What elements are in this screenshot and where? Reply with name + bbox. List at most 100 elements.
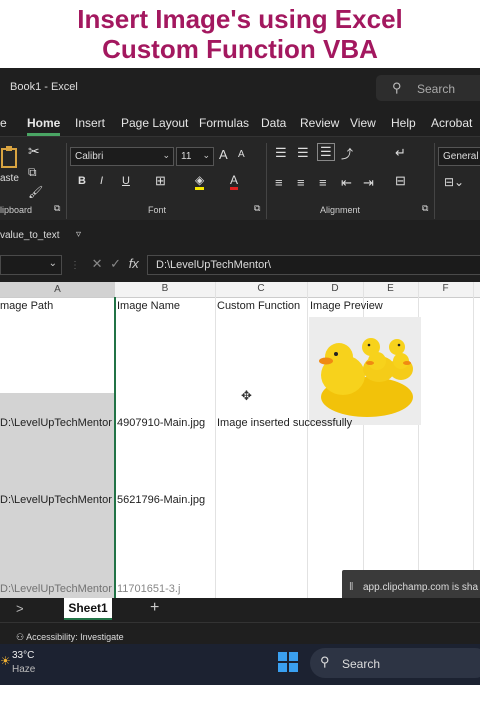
bottom-margin (0, 685, 480, 720)
divider (66, 143, 67, 219)
add-sheet-button[interactable]: + (150, 599, 159, 617)
increase-font-button[interactable]: A (219, 147, 228, 162)
alignment-launcher-icon[interactable]: ⧉ (422, 203, 428, 214)
row-image-path[interactable]: D:\LevelUpTechMentor (0, 494, 112, 506)
tab-acrobat[interactable]: Acrobat (431, 116, 472, 130)
copy-icon[interactable]: ⧉ (28, 165, 37, 180)
tab-formulas[interactable]: Formulas (199, 116, 249, 130)
insert-function-button[interactable]: fx (129, 256, 139, 271)
duck-image-preview[interactable] (309, 317, 421, 425)
font-color-icon[interactable]: A (230, 173, 239, 190)
paste-button[interactable] (0, 145, 20, 172)
align-left-icon[interactable]: ≡ (275, 175, 283, 190)
sheet-tab-bar: > Sheet1 + (0, 598, 480, 622)
ribbon-tabs: e Home Insert Page Layout Formulas Data … (0, 108, 480, 136)
align-top-icon[interactable]: ☰ (275, 145, 287, 161)
chevron-down-icon[interactable]: ▿ (76, 229, 81, 240)
column-header-d[interactable]: D (307, 283, 363, 294)
sun-icon: ☀ (0, 654, 11, 668)
sheet-nav-next-icon[interactable]: > (16, 601, 24, 616)
orientation-icon[interactable]: ⤴ (341, 145, 353, 162)
banner-title-line1: Insert Image's using Excel (77, 4, 403, 34)
tab-view[interactable]: View (350, 116, 376, 130)
formula-input[interactable]: D:\LevelUpTechMentor\ (147, 255, 480, 275)
pause-icon: ‖ (349, 581, 354, 593)
ribbon-home: aste ✂ ⧉ 🖌 lipboard ⧉ Calibri ⌄ 11 ⌄ A A… (0, 136, 480, 221)
tab-insert[interactable]: Insert (75, 116, 105, 130)
more-icon: ⋮ (70, 260, 80, 271)
quick-access-row: value_to_text ▿ (0, 220, 480, 250)
wrap-text-icon[interactable]: ↵ (395, 145, 406, 161)
align-bottom-icon[interactable]: ☰ (317, 143, 335, 161)
align-right-icon[interactable]: ≡ (319, 175, 327, 190)
currency-icon[interactable]: ⊟⌄ (444, 175, 464, 189)
tab-page-layout[interactable]: Page Layout (121, 116, 188, 130)
windows-start-icon[interactable] (278, 652, 298, 672)
tab-data[interactable]: Data (261, 116, 286, 130)
column-header-f[interactable]: F (418, 283, 473, 294)
selection-border (114, 297, 116, 598)
clipboard-launcher-icon[interactable]: ⧉ (54, 203, 60, 214)
taskbar-search-label: Search (342, 657, 381, 671)
paste-label: aste (0, 173, 19, 184)
column-header-e[interactable]: E (363, 283, 418, 294)
notification-text: app.clipchamp.com is sha (363, 582, 479, 593)
name-box[interactable]: ⌄ (0, 255, 62, 275)
tab-file[interactable]: e (0, 116, 7, 130)
row-image-path[interactable]: D:\LevelUpTechMentor (0, 583, 112, 595)
font-size-select[interactable]: 11 ⌄ (176, 147, 214, 166)
decrease-indent-icon[interactable]: ⇤ (341, 175, 352, 191)
search-box[interactable]: ⚲ Search (376, 75, 480, 101)
format-painter-icon[interactable]: 🖌 (28, 185, 43, 199)
banner-title-line2: Custom Function VBA (102, 34, 378, 64)
clipboard-group-label: lipboard (0, 205, 33, 215)
macro-name[interactable]: value_to_text (0, 230, 60, 241)
row-image-name[interactable]: 5621796-Main.jpg (117, 494, 205, 506)
row-custom-function[interactable]: Image inserted successfully (217, 417, 352, 429)
column-header-c[interactable]: C (215, 283, 307, 294)
tab-review[interactable]: Review (300, 116, 339, 130)
font-name-value: Calibri (75, 151, 104, 162)
row-image-name[interactable]: 4907910-Main.jpg (117, 417, 205, 429)
accessibility-status[interactable]: ⚇ Accessibility: Investigate (16, 632, 124, 643)
row-image-name[interactable]: 11701651-3.j (117, 583, 180, 595)
mouse-cursor-icon: ✥ (241, 388, 252, 403)
decrease-font-button[interactable]: A (238, 149, 245, 160)
font-name-select[interactable]: Calibri ⌄ (70, 147, 174, 166)
increase-indent-icon[interactable]: ⇥ (363, 175, 374, 191)
search-placeholder: Search (417, 82, 456, 96)
header-image-path[interactable]: mage Path (0, 300, 53, 312)
align-middle-icon[interactable]: ☰ (297, 145, 309, 161)
search-icon: ⚲ (320, 654, 330, 669)
accessibility-icon: ⚇ (16, 632, 25, 642)
font-launcher-icon[interactable]: ⧉ (254, 203, 260, 214)
header-image-name[interactable]: Image Name (117, 300, 180, 312)
fill-color-icon[interactable]: ◈ (195, 173, 205, 190)
row-image-path[interactable]: D:\LevelUpTechMentor (0, 417, 112, 429)
bold-button[interactable]: B (78, 175, 86, 187)
gridline (473, 282, 474, 598)
header-custom-function[interactable]: Custom Function (217, 300, 300, 312)
font-size-value: 11 (181, 151, 192, 162)
tab-home[interactable]: Home (27, 116, 61, 136)
italic-button[interactable]: I (100, 175, 103, 187)
taskbar-search[interactable]: ⚲ Search (310, 648, 480, 678)
windows-taskbar: ☀ 33°C Haze ⚲ Search (0, 644, 480, 685)
number-format-select[interactable]: General (438, 147, 480, 166)
divider (266, 143, 267, 219)
header-image-preview[interactable]: Image Preview (310, 300, 383, 312)
cut-icon[interactable]: ✂ (28, 143, 40, 160)
underline-button[interactable]: U (122, 175, 130, 187)
sheet-tab-sheet1[interactable]: Sheet1 (64, 598, 112, 620)
column-header-b[interactable]: B (115, 283, 215, 294)
worksheet-grid[interactable]: A B C D E F mage Path Image Name Custom … (0, 282, 480, 598)
merge-center-icon[interactable]: ⊟ (395, 173, 406, 189)
cancel-icon[interactable]: ✕ (92, 256, 103, 271)
tab-help[interactable]: Help (391, 116, 416, 130)
align-center-icon[interactable]: ≡ (297, 175, 305, 190)
column-header-a[interactable]: A (0, 282, 115, 297)
borders-icon[interactable]: ⊞ (155, 173, 166, 189)
formula-bar-buttons: ⋮ ✕ ✓ fx (70, 256, 139, 272)
enter-icon[interactable]: ✓ (110, 256, 121, 271)
search-icon: ⚲ (392, 80, 402, 95)
